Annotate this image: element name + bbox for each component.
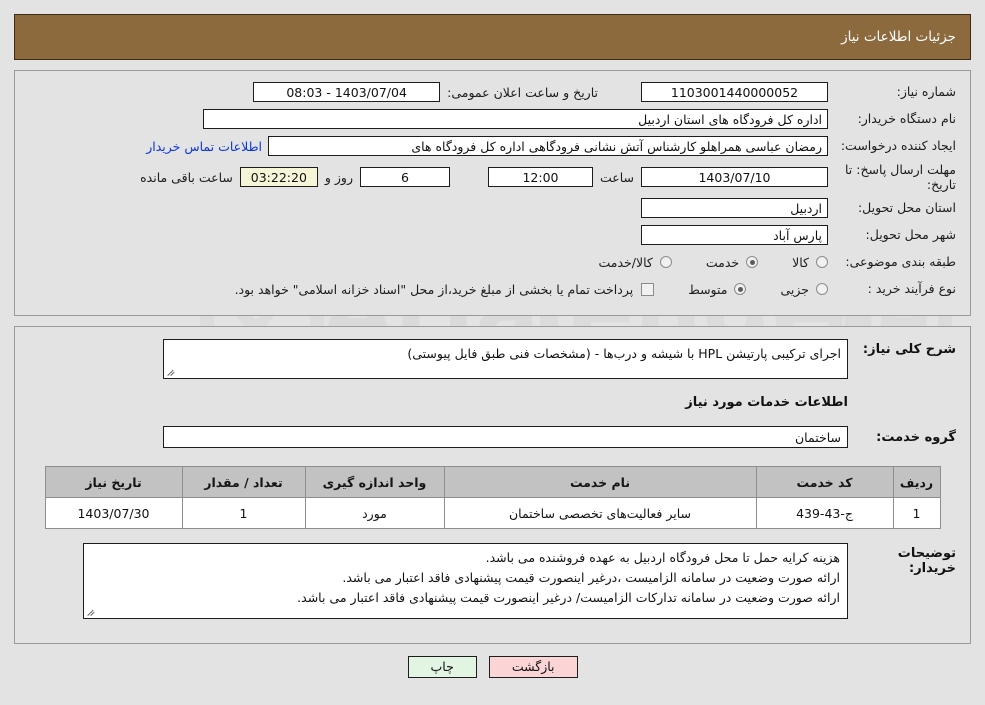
service-group-label: گروه خدمت: [876,429,956,445]
countdown-timer: 03:22:20 [239,167,318,187]
radio-icon-motavaset[interactable] [734,283,747,295]
row-need-number: شماره نیاز: 1103001440000052 تاریخ و ساع… [29,81,956,103]
deadline-date-field[interactable]: 1403/07/10 [641,167,828,187]
cell-quantity: 1 [181,497,306,529]
city-field[interactable]: پارس آباد [641,225,828,245]
process-radio-group: جزیی متوسط [654,282,828,297]
row-requester: ایجاد کننده درخواست: رمضان عباسی همراهلو… [29,135,956,157]
radio-icon-khedmat[interactable] [746,256,759,268]
remaining-hours-label: ساعت باقی مانده [140,169,233,185]
city-label: شهر محل تحویل: [865,227,956,243]
need-summary-text: اجرای ترکیبی پارتیشن HPL با شیشه و درب‌ه… [407,346,841,361]
need-description-panel: شرح کلی نیاز: اجرای ترکیبی پارتیشن HPL ب… [14,326,971,644]
buyer-notes-line-3: ارائه صورت وضعیت در سامانه تدارکات الزام… [297,590,840,605]
row-deadline: مهلت ارسال پاسخ: تا تاریخ: 1403/07/10 سا… [29,162,956,192]
page-root: جزئیات اطلاعات نیاز شماره نیاز: 11030014… [0,14,985,678]
category-option-kala-khedmat-label: کالا/خدمت [598,254,653,270]
th-service-code: کد خدمت [755,466,894,498]
service-group-field[interactable]: ساختمان [163,426,848,448]
cell-service-code: ج-43-439 [755,497,894,529]
need-number-label: شماره نیاز: [896,84,956,100]
buyer-contact-link[interactable]: اطلاعات تماس خریدار [140,139,268,154]
deadline-label: مهلت ارسال پاسخ: تا تاریخ: [845,162,956,192]
buyer-org-field[interactable]: اداره کل فرودگاه های استان اردبیل [203,109,828,129]
table-header-row: ردیف کد خدمت نام خدمت واحد اندازه گیری ت… [44,466,941,498]
page-header-bar: جزئیات اطلاعات نیاز [14,14,971,60]
process-option-jozi-label: جزیی [780,281,809,297]
footer-actions: بازگشت چاپ [0,656,985,678]
days-and-label: روز و [324,169,353,185]
requester-label: ایجاد کننده درخواست: [840,138,956,154]
remaining-days-field[interactable]: 6 [359,167,450,187]
category-option-kala[interactable]: کالا [792,255,828,270]
resize-grip-icon[interactable] [167,368,176,377]
province-field[interactable]: اردبیل [641,198,828,218]
row-service-group: گروه خدمت: ساختمان [29,426,956,448]
buyer-org-label: نام دستگاه خریدار: [857,111,956,127]
radio-icon-jozi[interactable] [816,283,828,295]
th-quantity: تعداد / مقدار [181,466,306,498]
services-section-title: اطلاعات خدمات مورد نیاز [685,395,848,410]
deadline-time-field[interactable]: 12:00 [487,167,593,187]
category-label: طبقه بندی موضوعی: [845,254,956,270]
cell-need-date: 1403/07/30 [44,497,183,529]
page-title: جزئیات اطلاعات نیاز [841,29,956,45]
print-button[interactable]: چاپ [407,656,477,678]
public-announce-label: تاریخ و ساعت اعلان عمومی: [447,84,598,100]
buyer-notes-textarea[interactable]: هزینه کرایه حمل تا محل فرودگاه اردبیل به… [83,543,848,619]
table-row: 1 ج-43-439 سایر فعالیت‌های تخصصی ساختمان… [44,497,941,529]
treasury-checkbox[interactable] [641,282,655,296]
cell-unit: مورد [304,497,445,529]
row-need-summary: شرح کلی نیاز: اجرای ترکیبی پارتیشن HPL ب… [29,339,956,379]
need-summary-textarea[interactable]: اجرای ترکیبی پارتیشن HPL با شیشه و درب‌ه… [163,339,848,379]
row-buyer-notes: توضیحات خریدار: هزینه کرایه حمل تا محل ف… [29,543,956,619]
radio-icon-kala-khedmat[interactable] [659,256,672,268]
row-city: شهر محل تحویل: پارس آباد [29,224,956,246]
need-number-field[interactable]: 1103001440000052 [641,82,828,102]
th-radif: ردیف [892,466,941,498]
cell-service-name: سایر فعالیت‌های تخصصی ساختمان [443,497,757,529]
back-button[interactable]: بازگشت [488,656,578,678]
buyer-notes-line-1: هزینه کرایه حمل تا محل فرودگاه اردبیل به… [485,550,840,565]
need-info-panel: شماره نیاز: 1103001440000052 تاریخ و ساع… [14,70,971,316]
category-option-khedmat[interactable]: خدمت [705,254,759,270]
service-items-table: ردیف کد خدمت نام خدمت واحد اندازه گیری ت… [44,466,941,529]
th-need-date: تاریخ نیاز [44,466,183,498]
need-summary-label: شرح کلی نیاز: [862,342,956,357]
process-option-jozi[interactable]: جزیی [780,282,828,297]
th-service-name: نام خدمت [443,466,757,498]
buyer-notes-line-2: ارائه صورت وضعیت در سامانه الزامیست ،درغ… [342,570,840,585]
category-option-khedmat-label: خدمت [705,254,740,270]
process-option-motavaset-label: متوسط [688,281,728,297]
buyer-notes-label: توضیحات خریدار: [897,546,956,576]
resize-grip-icon[interactable] [87,608,96,617]
category-radio-group: کالا خدمت کالا/خدمت [564,255,828,270]
radio-icon-kala[interactable] [816,256,828,268]
row-category: طبقه بندی موضوعی: کالا خدمت کالا/خدمت [29,251,956,273]
row-province: استان محل تحویل: اردبیل [29,197,956,219]
th-unit: واحد اندازه گیری [304,466,445,498]
cell-radif: 1 [892,497,941,529]
row-process-type: نوع فرآیند خرید : جزیی متوسط پرداخت تمام… [29,278,956,300]
process-option-motavaset[interactable]: متوسط [688,281,747,297]
services-section-header: اطلاعات خدمات مورد نیاز [29,379,956,410]
row-buyer-org: نام دستگاه خریدار: اداره کل فرودگاه های … [29,108,956,130]
hour-label: ساعت [599,169,634,185]
category-option-kala-khedmat[interactable]: کالا/خدمت [598,254,672,270]
public-announce-field[interactable]: 1403/07/04 - 08:03 [253,82,441,102]
category-option-kala-label: کالا [792,254,809,270]
requester-field[interactable]: رمضان عباسی همراهلو کارشناس آتش نشانی فر… [268,136,828,156]
process-label: نوع فرآیند خرید : [867,281,956,297]
province-label: استان محل تحویل: [857,200,956,216]
treasury-checkbox-label: پرداخت تمام یا بخشی از مبلغ خرید،از محل … [234,281,634,297]
